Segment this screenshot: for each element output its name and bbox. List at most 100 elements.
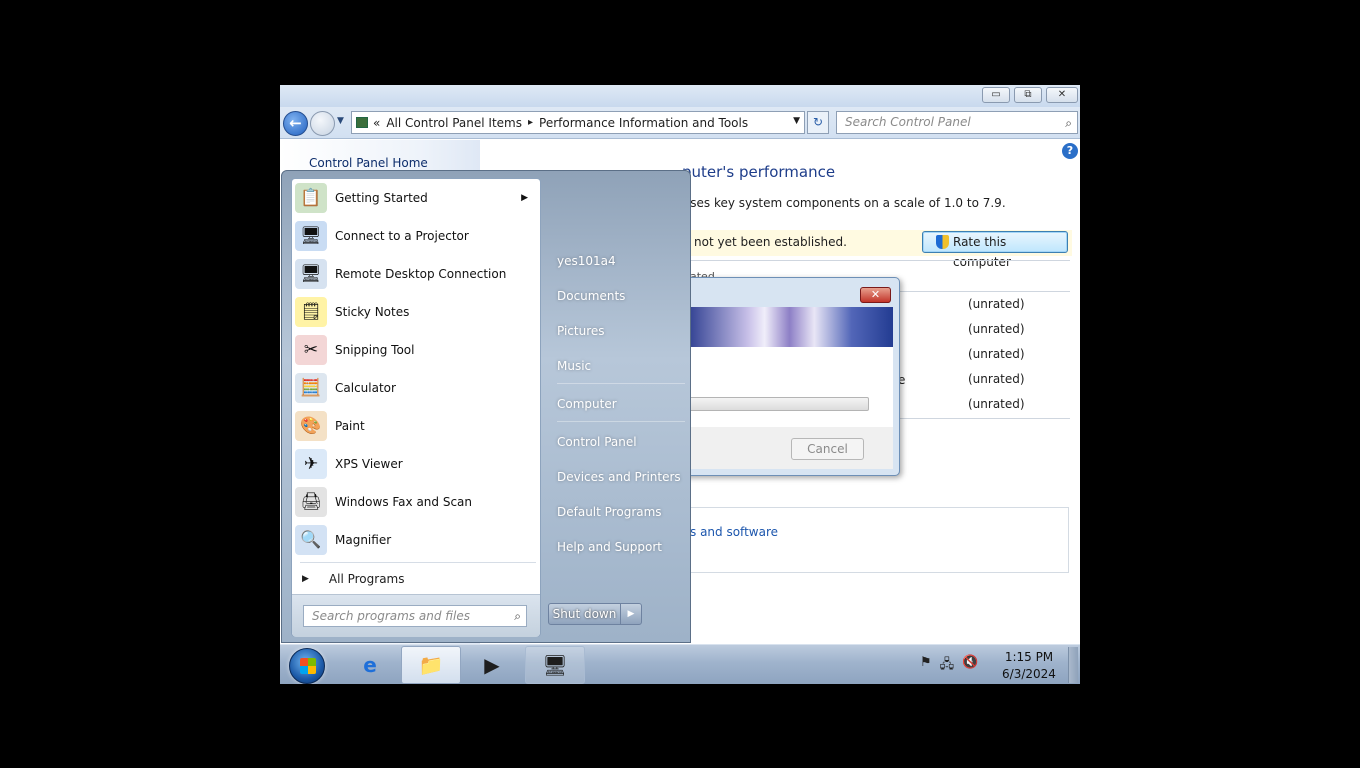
rate-this-computer-button[interactable]: Rate this computer	[922, 231, 1068, 269]
default-programs-link[interactable]: Default Programs	[557, 505, 662, 519]
program-item[interactable]: ✂ Snipping Tool	[295, 332, 539, 368]
program-label: XPS Viewer	[335, 457, 403, 471]
explorer-taskbar-button[interactable]: 📁	[401, 646, 461, 684]
address-bar[interactable]: « All Control Panel Items ▸ Performance …	[351, 111, 805, 134]
start-search-input[interactable]: Search programs and files ⌕	[303, 605, 527, 627]
start-search-placeholder: Search programs and files	[312, 609, 470, 623]
score-memory: (unrated)	[968, 322, 1025, 336]
remote-desktop-icon: 🖥	[295, 259, 327, 289]
address-dropdown-icon[interactable]: ▼	[793, 116, 800, 126]
program-label: Windows Fax and Scan	[335, 495, 473, 509]
start-menu-places-pane: yes101a4 Documents Pictures Music Comput…	[548, 171, 692, 642]
snipping-tool-icon: ✂	[295, 335, 327, 365]
back-button[interactable]: ←	[283, 111, 308, 136]
media-player-taskbar-button[interactable]: ▶	[462, 646, 522, 684]
start-menu-programs-pane: 📋 Getting Started ▶ 🖥 Connect to a Projector…	[291, 178, 541, 637]
internet-explorer-taskbar-button[interactable]: e	[340, 646, 400, 684]
breadcrumb-separator-icon[interactable]: ▸	[528, 117, 533, 128]
program-item[interactable]: 🖥 Remote Desktop Connection	[295, 256, 539, 292]
window-titlebar[interactable]: ▭ ⧉ ✕	[280, 85, 1080, 107]
program-label: Remote Desktop Connection	[335, 267, 507, 281]
program-item[interactable]: 🗒 Sticky Notes	[295, 294, 539, 330]
action-center-flag-icon[interactable]: ⚑	[920, 655, 932, 677]
show-desktop-button[interactable]	[1068, 647, 1078, 683]
shutdown-button[interactable]: Shut down	[548, 603, 621, 625]
submenu-arrow-icon[interactable]: ▶	[521, 193, 528, 203]
close-button[interactable]: ✕	[1046, 87, 1078, 103]
program-label: Snipping Tool	[335, 343, 415, 357]
divider	[557, 383, 685, 384]
control-panel-home-link[interactable]: Control Panel Home	[309, 156, 428, 170]
documents-link[interactable]: Documents	[557, 289, 625, 303]
program-item[interactable]: ✈ XPS Viewer	[295, 446, 539, 482]
uac-shield-icon	[936, 235, 949, 249]
dialog-body	[686, 347, 893, 427]
breadcrumb-performance[interactable]: Performance Information and Tools	[539, 116, 748, 130]
all-programs-button[interactable]: ▶ All Programs	[300, 568, 536, 590]
program-item[interactable]: 🖥 Connect to a Projector	[295, 218, 539, 254]
divider	[557, 421, 685, 422]
control-panel-taskbar-button[interactable]: 🖥	[525, 646, 585, 684]
breadcrumb-overflow[interactable]: «	[373, 116, 380, 130]
devices-printers-link[interactable]: Devices and Printers	[557, 470, 681, 484]
shutdown-options-button[interactable]: ▶	[620, 603, 642, 625]
score-gaming-graphics: (unrated)	[968, 372, 1025, 386]
program-label: Calculator	[335, 381, 396, 395]
xps-viewer-icon: ✈	[295, 449, 327, 479]
clock-date: 6/3/2024	[1002, 667, 1056, 681]
pictures-link[interactable]: Pictures	[557, 324, 605, 338]
program-label: Getting Started	[335, 191, 428, 205]
notification-area: ⚑ 🖧 🔇	[920, 655, 978, 677]
dialog-close-button[interactable]: ✕	[860, 287, 891, 303]
program-item[interactable]: 📋 Getting Started ▶	[295, 180, 539, 216]
program-item[interactable]: 🖨 Windows Fax and Scan	[295, 484, 539, 520]
assessment-progress-dialog: ✕ Cancel	[675, 277, 900, 476]
clock[interactable]: 1:15 PM 6/3/2024	[994, 649, 1064, 683]
program-item[interactable]: 🧮 Calculator	[295, 370, 539, 406]
help-icon[interactable]: ?	[1062, 143, 1078, 159]
score-processor: (unrated)	[968, 297, 1025, 311]
page-title: puter's performance	[682, 163, 836, 181]
arrow-right-icon: ▶	[302, 574, 309, 584]
control-panel-link[interactable]: Control Panel	[557, 435, 637, 449]
tips-link[interactable]: s and software	[690, 525, 778, 539]
media-player-icon: ▶	[484, 653, 500, 677]
network-icon[interactable]: 🖧	[940, 655, 955, 677]
program-label: Paint	[335, 419, 365, 433]
program-label: Magnifier	[335, 533, 392, 547]
fax-scan-icon: 🖨	[295, 487, 327, 517]
program-label: Sticky Notes	[335, 305, 410, 319]
internet-explorer-icon: e	[363, 653, 377, 677]
volume-muted-icon[interactable]: 🔇	[962, 655, 978, 677]
user-folder-link[interactable]: yes101a4	[557, 254, 616, 268]
search-icon[interactable]: ⌕	[1065, 113, 1072, 134]
control-panel-icon: 🖥	[542, 653, 568, 677]
program-item[interactable]: 🔍 Magnifier	[295, 522, 539, 558]
recent-pages-dropdown[interactable]: ▼	[337, 116, 344, 126]
breadcrumb-all-items[interactable]: All Control Panel Items	[386, 116, 522, 130]
getting-started-icon: 📋	[295, 183, 327, 213]
taskbar: e 📁 ▶ 🖥 ⚑ 🖧 🔇 1:15 PM 6/3/2024	[280, 644, 1080, 684]
calculator-icon: 🧮	[295, 373, 327, 403]
score-graphics: (unrated)	[968, 347, 1025, 361]
maximize-button[interactable]: ⧉	[1014, 87, 1042, 103]
windows-logo-icon	[300, 666, 316, 674]
paint-icon: 🎨	[295, 411, 327, 441]
progress-bar	[686, 397, 869, 411]
help-support-link[interactable]: Help and Support	[557, 540, 662, 554]
music-link[interactable]: Music	[557, 359, 591, 373]
program-item[interactable]: 🎨 Paint	[295, 408, 539, 444]
search-input[interactable]: Search Control Panel ⌕	[836, 111, 1078, 134]
page-description: sses key system components on a scale of…	[684, 196, 1006, 210]
minimize-button[interactable]: ▭	[982, 87, 1010, 103]
refresh-button[interactable]: ↻	[807, 111, 829, 134]
projector-icon: 🖥	[295, 221, 327, 251]
start-button[interactable]	[289, 648, 325, 684]
program-label: Connect to a Projector	[335, 229, 469, 243]
search-icon[interactable]: ⌕	[514, 606, 521, 626]
cancel-button[interactable]: Cancel	[791, 438, 864, 460]
forward-button[interactable]	[310, 111, 335, 136]
clock-time: 1:15 PM	[1004, 650, 1054, 664]
navigation-bar: ← ▼ « All Control Panel Items ▸ Performa…	[280, 107, 1080, 139]
computer-link[interactable]: Computer	[557, 397, 617, 411]
